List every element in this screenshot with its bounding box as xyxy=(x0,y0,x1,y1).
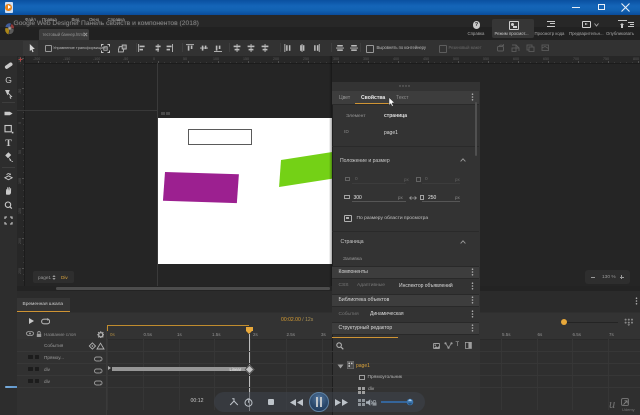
svg-text:T: T xyxy=(5,138,12,148)
svg-text:G: G xyxy=(5,75,12,85)
